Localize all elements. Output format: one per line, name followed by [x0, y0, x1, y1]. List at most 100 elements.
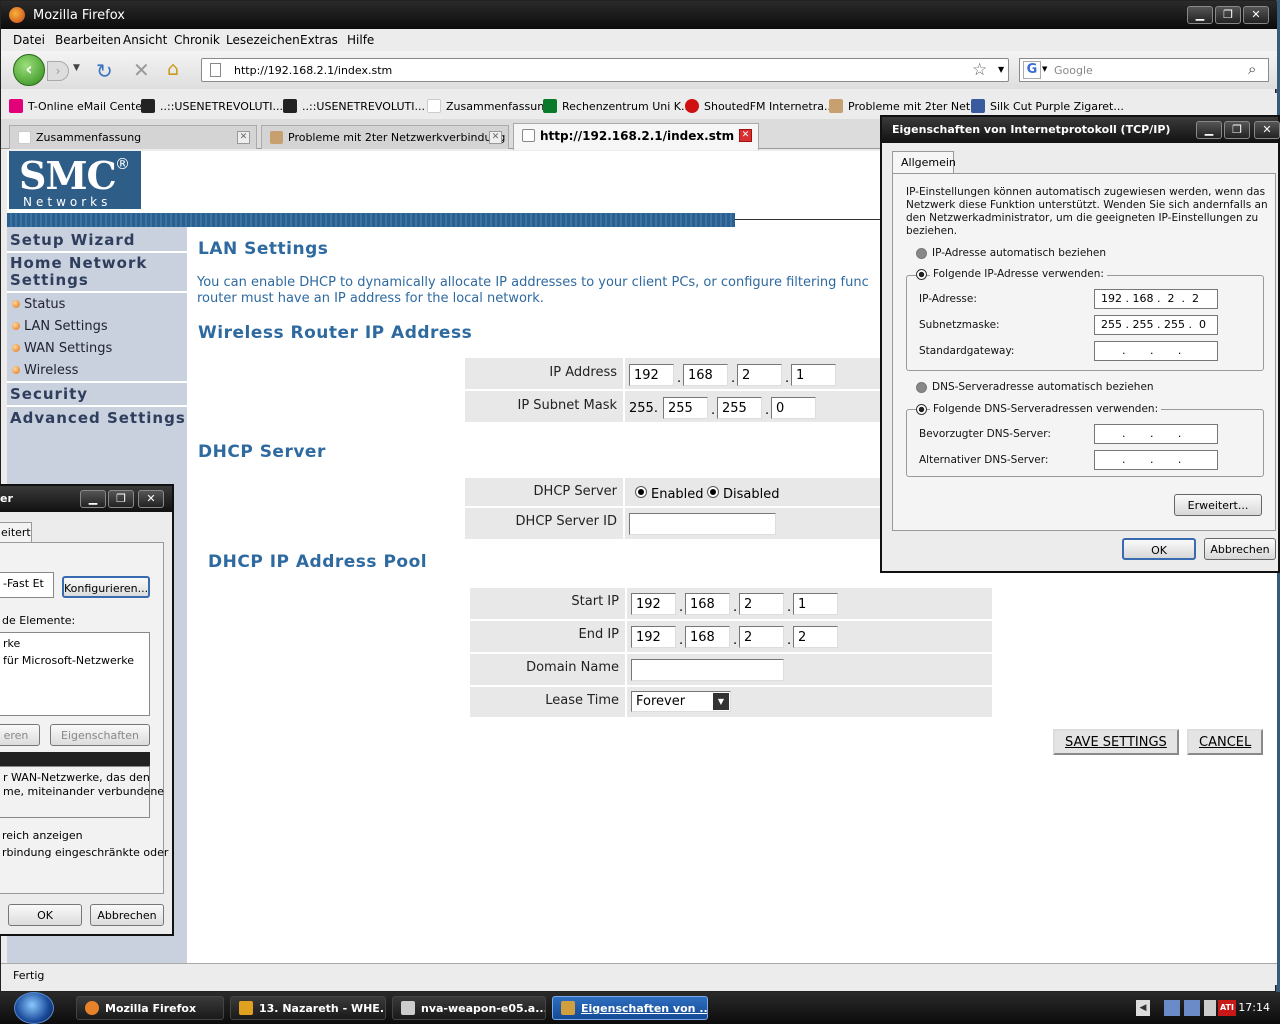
- tab-advanced[interactable]: eitert: [0, 522, 32, 542]
- dhcp-server-id-input[interactable]: [629, 513, 776, 535]
- network-tray-icon[interactable]: [1164, 1000, 1180, 1016]
- dhcp-disabled-radio[interactable]: [707, 486, 719, 498]
- search-engine-dropdown-icon[interactable]: ▼: [1042, 65, 1047, 73]
- auto-dns-radio[interactable]: [916, 382, 927, 393]
- bookmark-item[interactable]: Probleme mit 2ter Net...: [829, 99, 981, 113]
- mask-octet-3[interactable]: 255: [717, 397, 762, 419]
- mask-octet-2[interactable]: 255: [663, 397, 708, 419]
- ok-button[interactable]: OK: [8, 904, 82, 926]
- uninstall-button[interactable]: eren: [0, 724, 40, 746]
- cancel-button[interactable]: CANCEL: [1187, 729, 1264, 755]
- maximize-button[interactable]: ❐: [108, 490, 134, 508]
- reload-icon[interactable]: ↻: [96, 59, 113, 83]
- bookmark-item[interactable]: Rechenzentrum Uni K...: [543, 99, 692, 113]
- nav-security[interactable]: Security: [10, 385, 88, 403]
- taskbar-music[interactable]: 13. Nazareth - WHE...: [230, 996, 386, 1020]
- bookmark-item[interactable]: Silk Cut Purple Zigaret...: [971, 99, 1124, 113]
- configure-button[interactable]: Konfigurieren...: [62, 576, 150, 598]
- start-ip-octet-1[interactable]: 192: [631, 593, 676, 615]
- checkbox-label[interactable]: reich anzeigen: [2, 829, 83, 842]
- subnet-mask-field[interactable]: 255 . 255 . 255 . 0: [1094, 315, 1218, 335]
- minimize-button[interactable]: ▁: [1187, 6, 1213, 24]
- url-bar[interactable]: http://192.168.2.1/index.stm ☆ ▼: [201, 58, 1009, 82]
- menu-hilfe[interactable]: Hilfe: [347, 33, 374, 47]
- preferred-dns-field[interactable]: . . .: [1094, 424, 1218, 444]
- lease-time-select[interactable]: Forever ▼: [631, 691, 731, 712]
- domain-name-input[interactable]: [631, 659, 784, 681]
- taskbar-tcpip[interactable]: Eigenschaften von ...: [552, 996, 708, 1020]
- taskbar-file[interactable]: nva-weapon-e05.a...: [392, 996, 546, 1020]
- ati-icon[interactable]: ATI: [1218, 1000, 1236, 1016]
- nav-status[interactable]: Status: [11, 297, 65, 312]
- minimize-button[interactable]: ▁: [80, 490, 106, 508]
- history-dropdown-icon[interactable]: ▼: [73, 63, 80, 73]
- gateway-field[interactable]: . . .: [1094, 341, 1218, 361]
- dhcp-enabled-radio[interactable]: [635, 486, 647, 498]
- list-item[interactable]: rke: [3, 637, 20, 650]
- elements-list[interactable]: rke für Microsoft-Netzwerke: [0, 632, 150, 716]
- bookmark-item[interactable]: ..::USENETREVOLUTI...: [283, 99, 425, 113]
- google-icon[interactable]: G: [1023, 61, 1041, 79]
- close-button[interactable]: ✕: [138, 490, 164, 508]
- end-ip-octet-3[interactable]: 2: [739, 626, 784, 648]
- nav-wireless[interactable]: Wireless: [11, 363, 78, 378]
- ip-octet-1[interactable]: 192: [629, 364, 674, 386]
- tab-allgemein[interactable]: Allgemein: [892, 151, 956, 173]
- bookmark-item[interactable]: ShoutedFM Internetra...: [685, 99, 834, 113]
- save-settings-button[interactable]: SAVE SETTINGS: [1053, 729, 1179, 755]
- menu-datei[interactable]: Datei: [13, 33, 45, 47]
- close-tab-icon[interactable]: ✕: [739, 129, 752, 142]
- end-ip-octet-4[interactable]: 2: [793, 626, 838, 648]
- close-button[interactable]: ✕: [1254, 121, 1280, 139]
- menu-lesezeichen[interactable]: Lesezeichen: [226, 33, 300, 47]
- taskbar-firefox[interactable]: Mozilla Firefox: [76, 996, 224, 1020]
- close-button[interactable]: ✕: [1243, 6, 1269, 24]
- bookmark-item[interactable]: ..::USENETREVOLUTI...: [141, 99, 283, 113]
- close-tab-icon[interactable]: ✕: [489, 131, 502, 144]
- maximize-button[interactable]: ❐: [1215, 6, 1241, 24]
- ip-address-field[interactable]: 192 . 168 . 2 . 2: [1094, 289, 1218, 309]
- nav-wan-settings[interactable]: WAN Settings: [11, 341, 112, 356]
- start-ip-octet-4[interactable]: 1: [793, 593, 838, 615]
- nav-home-network-settings[interactable]: Home Network Settings: [10, 255, 180, 289]
- manual-dns-radio[interactable]: [916, 404, 927, 415]
- close-tab-icon[interactable]: ✕: [237, 131, 250, 144]
- start-ip-octet-3[interactable]: 2: [739, 593, 784, 615]
- search-icon[interactable]: ⌕: [1248, 60, 1256, 78]
- cancel-button[interactable]: Abbrechen: [90, 904, 164, 926]
- minimize-button[interactable]: ▁: [1196, 121, 1222, 139]
- end-ip-octet-2[interactable]: 168: [685, 626, 730, 648]
- ip-octet-3[interactable]: 2: [737, 364, 782, 386]
- bookmark-item[interactable]: T-Online eMail Center: [9, 99, 147, 113]
- menu-bearbeiten[interactable]: Bearbeiten: [55, 33, 121, 47]
- checkbox-label[interactable]: rbindung eingeschränkte oder: [2, 846, 168, 859]
- manual-ip-radio[interactable]: [916, 269, 927, 280]
- network-tray-icon[interactable]: [1184, 1000, 1200, 1016]
- stop-icon[interactable]: ✕: [133, 58, 150, 82]
- ok-button[interactable]: OK: [1122, 538, 1196, 560]
- forward-icon[interactable]: ›: [47, 61, 69, 81]
- auto-ip-radio[interactable]: [916, 248, 927, 259]
- menu-extras[interactable]: Extras: [300, 33, 338, 47]
- chevron-down-icon[interactable]: ▼: [713, 693, 729, 710]
- cancel-button[interactable]: Abbrechen: [1204, 538, 1276, 560]
- ip-octet-2[interactable]: 168: [683, 364, 728, 386]
- nav-lan-settings[interactable]: LAN Settings: [12, 319, 108, 334]
- start-ip-octet-2[interactable]: 168: [685, 593, 730, 615]
- url-dropdown-icon[interactable]: ▼: [998, 65, 1004, 74]
- search-bar[interactable]: G ▼ Google ⌕: [1019, 58, 1269, 82]
- volume-icon[interactable]: [1204, 1000, 1216, 1016]
- mask-octet-4[interactable]: 0: [771, 397, 816, 419]
- tab-zusammenfassung[interactable]: Zusammenfassung ✕: [9, 125, 257, 149]
- tray-arrow-icon[interactable]: ◀: [1136, 1000, 1150, 1016]
- alternate-dns-field[interactable]: . . .: [1094, 450, 1218, 470]
- maximize-button[interactable]: ❐: [1224, 121, 1250, 139]
- nav-advanced-settings[interactable]: Advanced Settings: [10, 409, 186, 427]
- menu-ansicht[interactable]: Ansicht: [123, 33, 167, 47]
- end-ip-octet-1[interactable]: 192: [631, 626, 676, 648]
- ip-octet-4[interactable]: 1: [791, 364, 836, 386]
- advanced-button[interactable]: Erweitert...: [1174, 494, 1262, 516]
- back-icon[interactable]: ‹: [13, 54, 45, 86]
- start-button[interactable]: [14, 992, 54, 1024]
- list-item[interactable]: für Microsoft-Netzwerke: [3, 654, 134, 667]
